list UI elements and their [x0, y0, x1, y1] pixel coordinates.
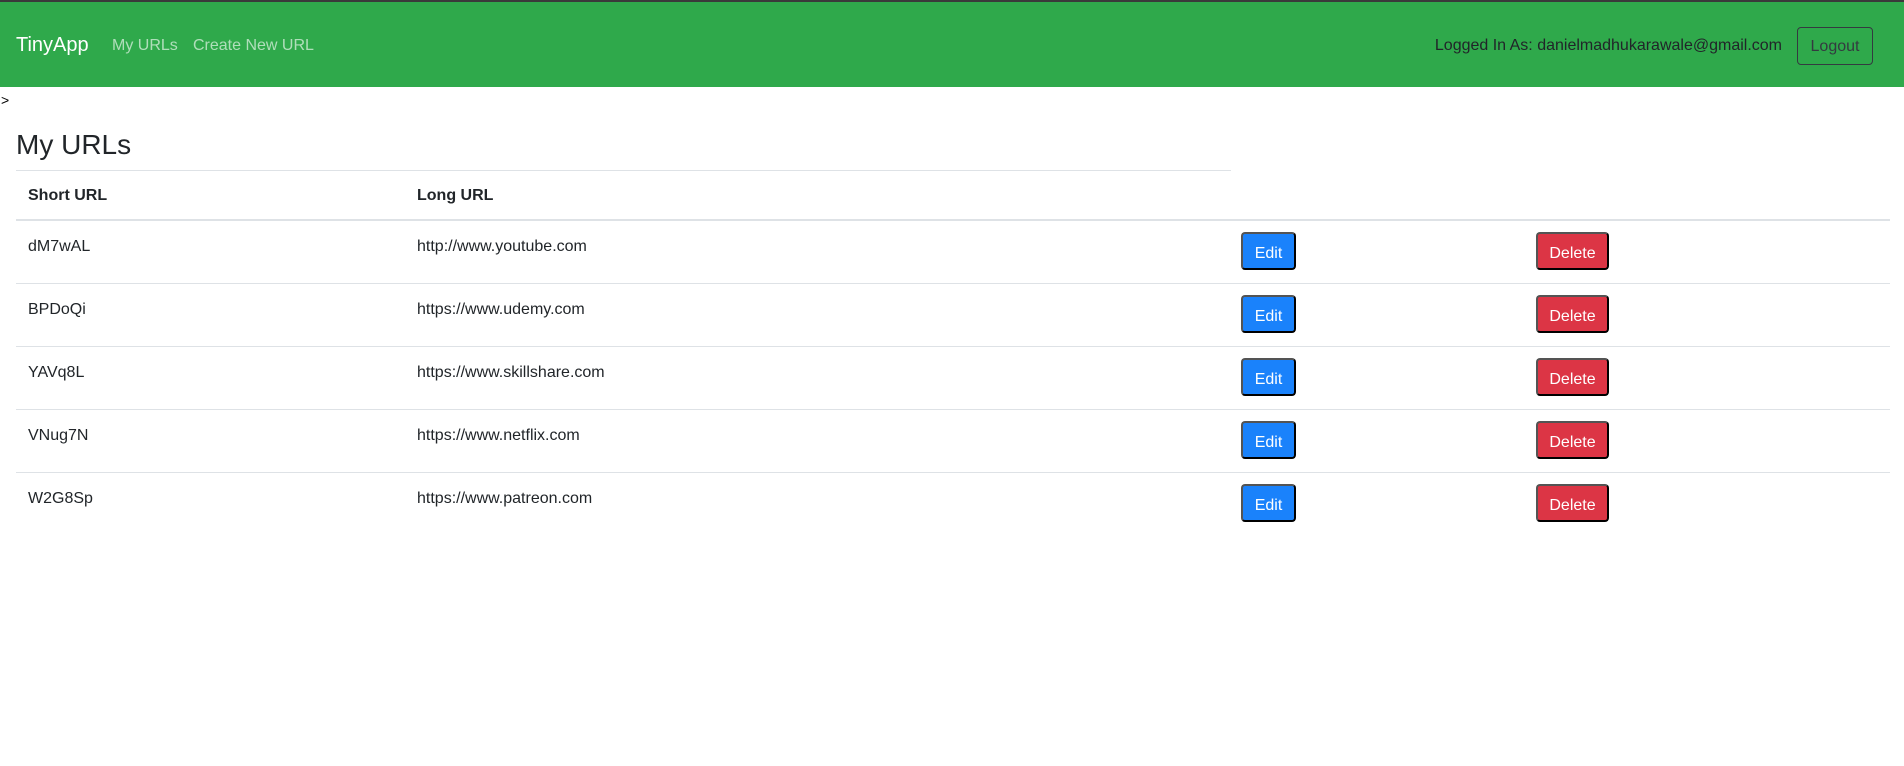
edit-button[interactable]: Edit	[1241, 484, 1296, 522]
stray-text: >	[1, 92, 10, 108]
long-url-cell: https://www.patreon.com	[417, 490, 593, 507]
short-url-cell: YAVq8L	[28, 364, 85, 381]
long-url-cell: https://www.skillshare.com	[417, 364, 605, 381]
long-url-cell: http://www.youtube.com	[417, 238, 587, 255]
short-url-cell: dM7wAL	[28, 238, 91, 255]
short-url-cell: VNug7N	[28, 427, 89, 444]
delete-button[interactable]: Delete	[1536, 421, 1609, 459]
long-url-cell: https://www.udemy.com	[417, 301, 585, 318]
delete-button[interactable]: Delete	[1536, 358, 1609, 396]
page-title: My URLs	[16, 129, 132, 160]
edit-button[interactable]: Edit	[1241, 421, 1296, 459]
logout-button[interactable]: Logout	[1797, 27, 1873, 65]
short-url-cell: BPDoQi	[28, 301, 86, 318]
nav-link-my-urls[interactable]: My URLs	[112, 36, 178, 56]
table-header-top-border	[16, 170, 1231, 171]
table-row: VNug7N https://www.netflix.com Edit Dele…	[16, 410, 1890, 473]
nav-link-create-new-url[interactable]: Create New URL	[193, 36, 314, 56]
table-row: dM7wAL http://www.youtube.com Edit Delet…	[16, 221, 1890, 284]
delete-button[interactable]: Delete	[1536, 232, 1609, 270]
short-url-cell: W2G8Sp	[28, 490, 93, 507]
edit-button[interactable]: Edit	[1241, 295, 1296, 333]
column-header-long-url: Long URL	[417, 187, 494, 204]
table-row: W2G8Sp https://www.patreon.com Edit Dele…	[16, 473, 1890, 536]
logged-in-text: Logged In As: danielmadhukarawale@gmail.…	[1434, 37, 1782, 54]
delete-button[interactable]: Delete	[1536, 484, 1609, 522]
delete-button[interactable]: Delete	[1536, 295, 1609, 333]
navbar: TinyApp My URLs Create New URL Logged In…	[0, 0, 1904, 87]
column-header-short-url: Short URL	[28, 187, 108, 204]
table-row: BPDoQi https://www.udemy.com Edit Delete	[16, 284, 1890, 347]
edit-button[interactable]: Edit	[1241, 232, 1296, 270]
edit-button[interactable]: Edit	[1241, 358, 1296, 396]
table-row: YAVq8L https://www.skillshare.com Edit D…	[16, 347, 1890, 410]
long-url-cell: https://www.netflix.com	[417, 427, 580, 444]
brand-link[interactable]: TinyApp	[16, 33, 89, 57]
